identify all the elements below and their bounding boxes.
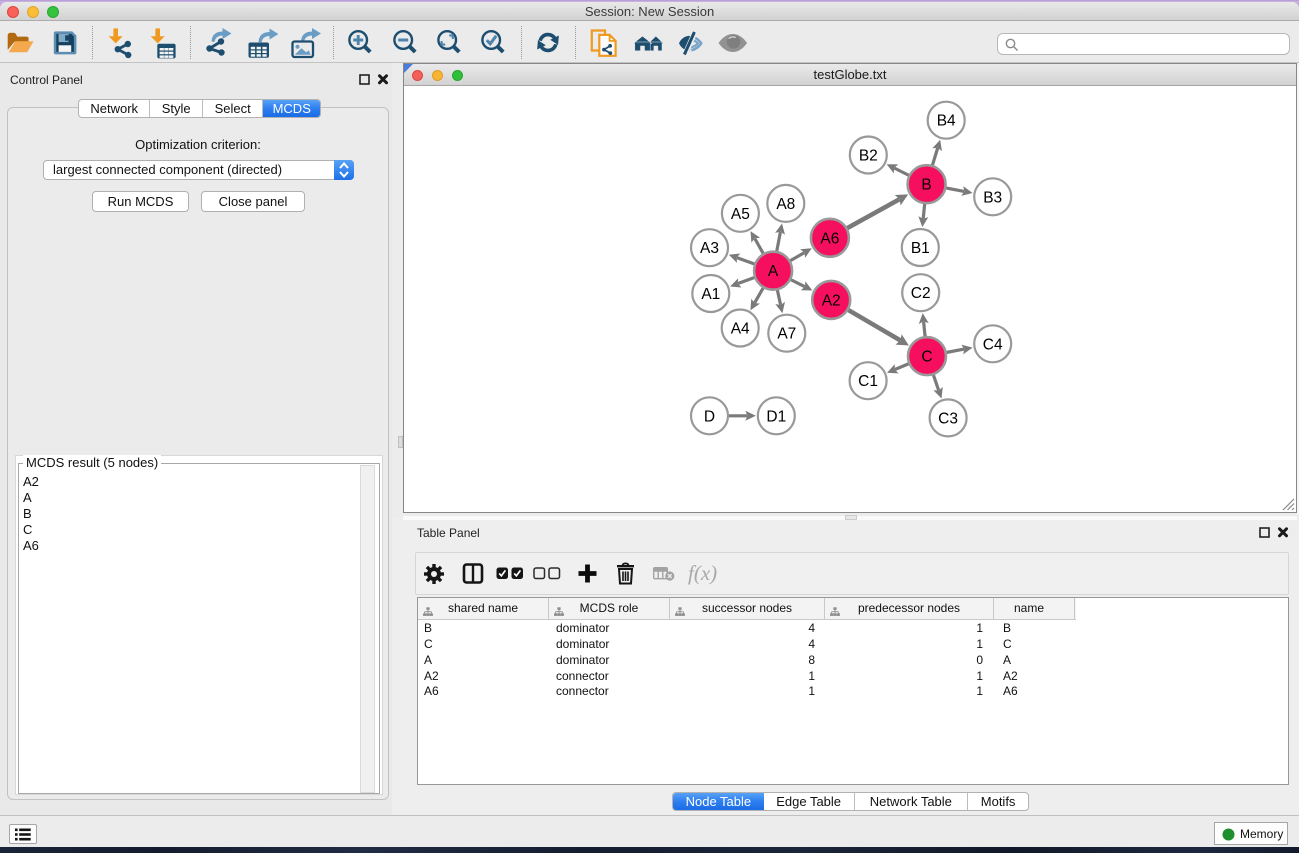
svg-text:D1: D1: [766, 408, 786, 425]
svg-text:A7: A7: [777, 326, 796, 343]
svg-text:A1: A1: [701, 286, 720, 303]
svg-text:B1: B1: [911, 240, 930, 257]
svg-text:B2: B2: [859, 148, 878, 165]
svg-text:D: D: [704, 408, 715, 425]
svg-text:A4: A4: [731, 321, 750, 338]
svg-text:A: A: [768, 263, 779, 280]
svg-text:C3: C3: [938, 410, 958, 427]
svg-text:C4: C4: [983, 336, 1003, 353]
svg-text:B3: B3: [983, 189, 1002, 206]
svg-text:A5: A5: [731, 206, 750, 223]
svg-text:C2: C2: [911, 285, 931, 302]
svg-text:C: C: [921, 349, 932, 366]
svg-text:B4: B4: [937, 113, 956, 130]
svg-text:A2: A2: [822, 292, 841, 309]
svg-text:A8: A8: [776, 196, 795, 213]
svg-text:B: B: [921, 177, 931, 194]
svg-text:A3: A3: [700, 240, 719, 257]
svg-text:C1: C1: [858, 373, 878, 390]
svg-text:A6: A6: [820, 230, 839, 247]
